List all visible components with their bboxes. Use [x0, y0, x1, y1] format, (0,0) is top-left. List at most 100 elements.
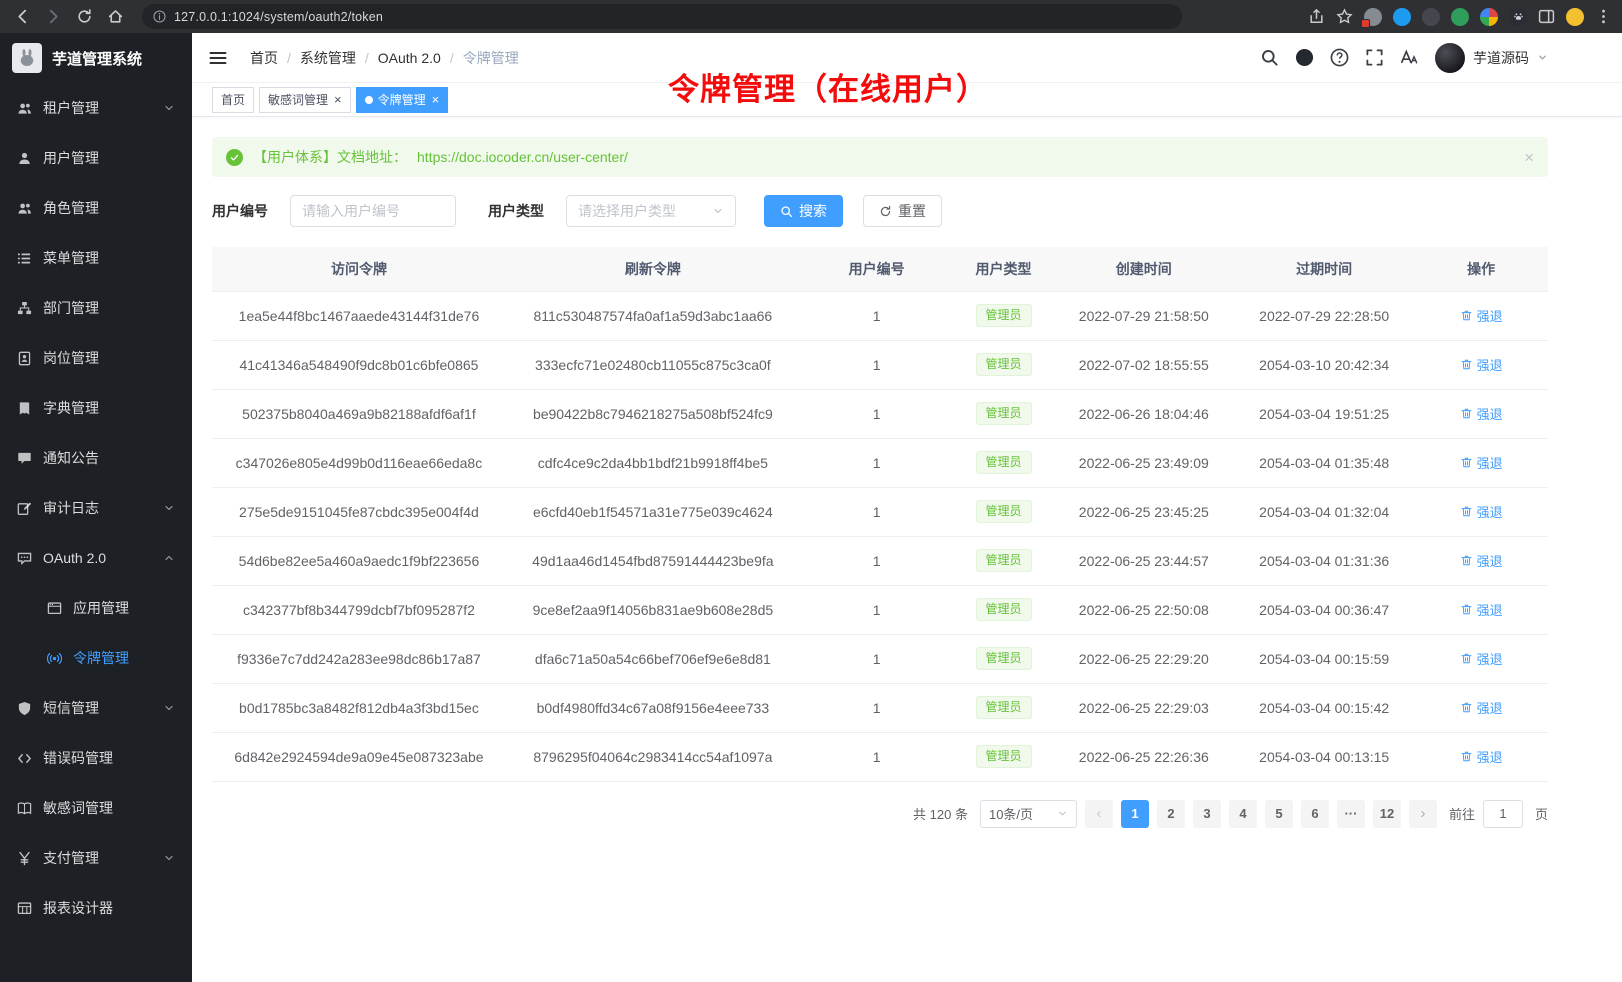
sidebar-item-notice[interactable]: 通知公告: [0, 433, 192, 483]
sidebar-item-audit-log[interactable]: 审计日志: [0, 483, 192, 533]
kebab-menu-icon[interactable]: [1595, 8, 1612, 25]
force-logout-button[interactable]: 强退: [1460, 453, 1503, 472]
sidebar-item-sensitive-word[interactable]: 敏感词管理: [0, 783, 192, 833]
page-button-3[interactable]: 3: [1193, 800, 1221, 828]
force-logout-label: 强退: [1477, 453, 1503, 472]
close-icon[interactable]: ×: [334, 93, 342, 106]
share-icon[interactable]: [1308, 8, 1325, 25]
cell-actions: 强退: [1414, 389, 1548, 438]
cell-refresh-token: 333ecfc71e02480cb11055c875c3ca0f: [506, 340, 800, 389]
page-button-4[interactable]: 4: [1229, 800, 1257, 828]
table-row: 6d842e2924594de9a09e45e087323abe8796295f…: [212, 732, 1548, 781]
breadcrumb-item: 令牌管理: [463, 48, 519, 68]
extension-color-icon[interactable]: [1480, 8, 1498, 26]
forward-button[interactable]: [45, 8, 62, 25]
help-icon[interactable]: [1330, 48, 1349, 67]
breadcrumb-item[interactable]: 首页: [250, 48, 278, 68]
force-logout-button[interactable]: 强退: [1460, 600, 1503, 619]
search-button[interactable]: 搜索: [764, 195, 843, 227]
sidebar-item-label: 错误码管理: [43, 748, 113, 768]
sidebar-item-role[interactable]: 角色管理: [0, 183, 192, 233]
breadcrumb-item[interactable]: 系统管理: [300, 48, 356, 68]
cell-user-type: 管理员: [953, 389, 1053, 438]
menu-fold-icon[interactable]: [208, 48, 228, 68]
profile-avatar-icon[interactable]: [1566, 8, 1584, 26]
app-window: 芋道管理系统 租户管理用户管理角色管理菜单管理部门管理岗位管理字典管理通知公告审…: [0, 33, 1622, 982]
page-button-6[interactable]: 6: [1301, 800, 1329, 828]
reload-button[interactable]: [76, 8, 93, 25]
column-header: 用户类型: [953, 247, 1053, 291]
address-bar[interactable]: 127.0.0.1:1024/system/oauth2/token: [142, 4, 1182, 29]
back-button[interactable]: [14, 8, 31, 25]
sidebar-item-tenant[interactable]: 租户管理: [0, 83, 192, 133]
force-logout-button[interactable]: 强退: [1460, 747, 1503, 766]
force-logout-button[interactable]: 强退: [1460, 649, 1503, 668]
tab-token[interactable]: 令牌管理×: [356, 87, 449, 113]
reset-button[interactable]: 重置: [863, 195, 942, 227]
tab-home[interactable]: 首页: [212, 87, 254, 113]
extension-dark-icon[interactable]: [1422, 8, 1440, 26]
goto-page-input[interactable]: [1483, 800, 1523, 828]
fullscreen-icon[interactable]: [1365, 48, 1384, 67]
font-size-icon[interactable]: [1400, 48, 1419, 67]
force-logout-button[interactable]: 强退: [1460, 355, 1503, 374]
breadcrumb-item[interactable]: OAuth 2.0: [378, 50, 441, 66]
force-logout-button[interactable]: 强退: [1460, 404, 1503, 423]
cell-access-token: 54d6be82ee5a460a9aedc1f9bf223656: [212, 536, 506, 585]
side-panel-icon[interactable]: [1538, 8, 1555, 25]
close-icon[interactable]: ×: [432, 93, 440, 106]
user-menu[interactable]: 芋道源码: [1435, 43, 1548, 73]
sidebar-item-dept[interactable]: 部门管理: [0, 283, 192, 333]
prev-page-button[interactable]: ‹: [1085, 800, 1113, 828]
goto-label: 前往: [1449, 804, 1475, 823]
sidebar-item-sms[interactable]: 短信管理: [0, 683, 192, 733]
force-logout-button[interactable]: 强退: [1460, 306, 1503, 325]
cell-actions: 强退: [1414, 536, 1548, 585]
sidebar-item-oauth2[interactable]: OAuth 2.0: [0, 533, 192, 583]
sidebar-item-menu[interactable]: 菜单管理: [0, 233, 192, 283]
page-button-1[interactable]: 1: [1121, 800, 1149, 828]
page-button-12[interactable]: 12: [1373, 800, 1401, 828]
sidebar-item-error-code[interactable]: 错误码管理: [0, 733, 192, 783]
page-button-5[interactable]: 5: [1265, 800, 1293, 828]
column-header: 用户编号: [800, 247, 954, 291]
page-button-2[interactable]: 2: [1157, 800, 1185, 828]
search-icon: [780, 205, 793, 218]
sidebar-item-pay[interactable]: 支付管理: [0, 833, 192, 883]
next-page-button[interactable]: ›: [1409, 800, 1437, 828]
cell-user-id: 1: [800, 585, 954, 634]
sidebar-item-oauth2-token[interactable]: 令牌管理: [0, 633, 192, 683]
user-id-input[interactable]: [290, 195, 456, 227]
sidebar-item-report-designer[interactable]: 报表设计器: [0, 883, 192, 933]
search-icon[interactable]: [1260, 48, 1279, 67]
user-type-select[interactable]: 请选择用户类型: [566, 195, 736, 227]
sidebar-item-label: 角色管理: [43, 198, 99, 218]
tab-sensitive-word[interactable]: 敏感词管理×: [259, 87, 351, 113]
close-icon[interactable]: ×: [1524, 149, 1534, 166]
oauth2-application-icon: [47, 601, 62, 616]
app-logo[interactable]: 芋道管理系统: [0, 33, 192, 83]
star-icon[interactable]: [1336, 8, 1353, 25]
extension-badged-icon[interactable]: [1364, 8, 1382, 26]
sidebar-item-post[interactable]: 岗位管理: [0, 333, 192, 383]
sidebar-item-oauth2-application[interactable]: 应用管理: [0, 583, 192, 633]
extension-green-icon[interactable]: [1451, 8, 1469, 26]
extension-paw-icon[interactable]: [1509, 8, 1527, 26]
force-logout-button[interactable]: 强退: [1460, 502, 1503, 521]
home-button[interactable]: [107, 8, 124, 25]
github-icon[interactable]: [1295, 48, 1314, 67]
more-pages-button[interactable]: ···: [1337, 800, 1365, 828]
sidebar-item-user[interactable]: 用户管理: [0, 133, 192, 183]
trash-icon: [1460, 456, 1473, 469]
cell-access-token: f9336e7c7dd242a283ee98dc86b17a87: [212, 634, 506, 683]
tenant-icon: [17, 101, 32, 116]
extension-blue-icon[interactable]: [1393, 8, 1411, 26]
site-info-icon[interactable]: [153, 10, 166, 23]
cell-user-type: 管理员: [953, 340, 1053, 389]
sidebar-item-dict[interactable]: 字典管理: [0, 383, 192, 433]
page-size-select[interactable]: 10条/页: [980, 800, 1077, 828]
force-logout-button[interactable]: 强退: [1460, 698, 1503, 717]
doc-link[interactable]: https://doc.iocoder.cn/user-center/: [417, 149, 628, 165]
force-logout-button[interactable]: 强退: [1460, 551, 1503, 570]
trash-icon: [1460, 505, 1473, 518]
